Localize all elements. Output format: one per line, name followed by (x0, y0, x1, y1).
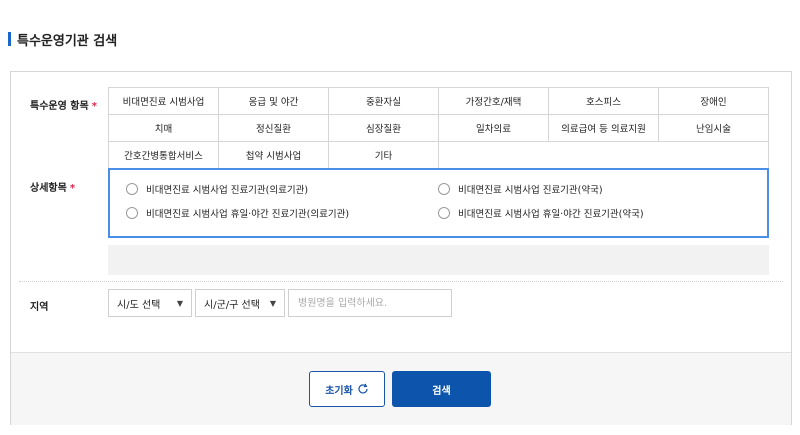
category-label: 특수운영 항목 * (30, 97, 97, 112)
detail-option[interactable]: 비대면진료 시범사업 휴일·야간 진료기관(의료기관) (126, 206, 349, 220)
title-accent-bar (8, 32, 11, 46)
radio-button[interactable] (438, 183, 450, 195)
hospital-name-input[interactable] (288, 289, 452, 317)
category-label-text: 특수운영 항목 (30, 101, 89, 112)
category-item[interactable]: 호스피스 (549, 88, 659, 115)
search-button[interactable]: 검색 (392, 371, 491, 407)
category-item[interactable]: 첩약 시범사업 (219, 142, 329, 169)
detail-option-label: 비대면진료 시범사업 휴일·야간 진료기관(약국) (458, 209, 644, 220)
detail-option[interactable]: 비대면진료 시범사업 휴일·야간 진료기관(약국) (438, 206, 644, 220)
detail-option[interactable]: 비대면진료 시범사업 진료기관(의료기관) (126, 182, 308, 196)
category-item[interactable]: 일차의료 (439, 115, 549, 142)
detail-label: 상세항목 * (30, 179, 75, 194)
sido-select[interactable]: 시/도 선택 ▼ (108, 289, 192, 317)
detail-option-label: 비대면진료 시범사업 휴일·야간 진료기관(의료기관) (146, 209, 350, 220)
detail-option-label: 비대면진료 시범사업 진료기관(의료기관) (146, 185, 309, 196)
search-panel: 특수운영 항목 * 비대면진료 시범사업 응급 및 야간 중환자실 가정간호/재택… (10, 71, 792, 425)
refresh-icon (357, 383, 369, 395)
detail-option-label: 비대면진료 시범사업 진료기관(약국) (458, 185, 603, 196)
category-item[interactable]: 응급 및 야간 (219, 88, 329, 115)
radio-button[interactable] (126, 183, 138, 195)
radio-button[interactable] (126, 207, 138, 219)
category-item[interactable]: 장애인 (659, 88, 769, 115)
category-item[interactable]: 기타 (329, 142, 439, 169)
required-mark: * (91, 101, 97, 112)
detail-options-box: 비대면진료 시범사업 진료기관(의료기관) 비대면진료 시범사업 진료기관(약국… (108, 168, 769, 238)
category-item[interactable]: 난임시술 (659, 115, 769, 142)
section-divider (19, 281, 783, 282)
required-mark: * (69, 183, 76, 194)
sigungu-select-value: 시/군/구 선택 (204, 299, 260, 311)
radio-button[interactable] (438, 207, 450, 219)
caret-down-icon: ▼ (176, 299, 183, 308)
category-item[interactable]: 의료급여 등 의료지원 (549, 115, 659, 142)
page-title: 특수운영기관 검색 (8, 30, 118, 49)
page-title-text: 특수운영기관 검색 (17, 33, 118, 49)
region-label: 지역 (30, 302, 49, 313)
detail-label-text: 상세항목 (30, 183, 67, 194)
category-item[interactable]: 가정간호/재택 (439, 88, 549, 115)
category-item[interactable]: 간호간병통합서비스 (109, 142, 219, 169)
category-item[interactable]: 정신질환 (219, 115, 329, 142)
sigungu-select[interactable]: 시/군/구 선택 ▼ (195, 289, 285, 317)
detail-option[interactable]: 비대면진료 시범사업 진료기관(약국) (438, 182, 603, 196)
category-grid: 비대면진료 시범사업 응급 및 야간 중환자실 가정간호/재택 호스피스 장애인… (108, 87, 769, 169)
reset-button-label: 초기화 (325, 385, 353, 397)
detail-sub-area (108, 245, 769, 275)
category-item[interactable]: 치매 (109, 115, 219, 142)
button-bar: 초기화 검색 (11, 352, 791, 425)
category-item[interactable]: 비대면진료 시범사업 (109, 88, 219, 115)
category-item[interactable]: 중환자실 (329, 88, 439, 115)
category-empty-cell (439, 142, 769, 169)
sido-select-value: 시/도 선택 (117, 299, 161, 311)
reset-button[interactable]: 초기화 (309, 371, 385, 407)
category-item[interactable]: 심장질환 (329, 115, 439, 142)
caret-down-icon: ▼ (269, 299, 276, 308)
